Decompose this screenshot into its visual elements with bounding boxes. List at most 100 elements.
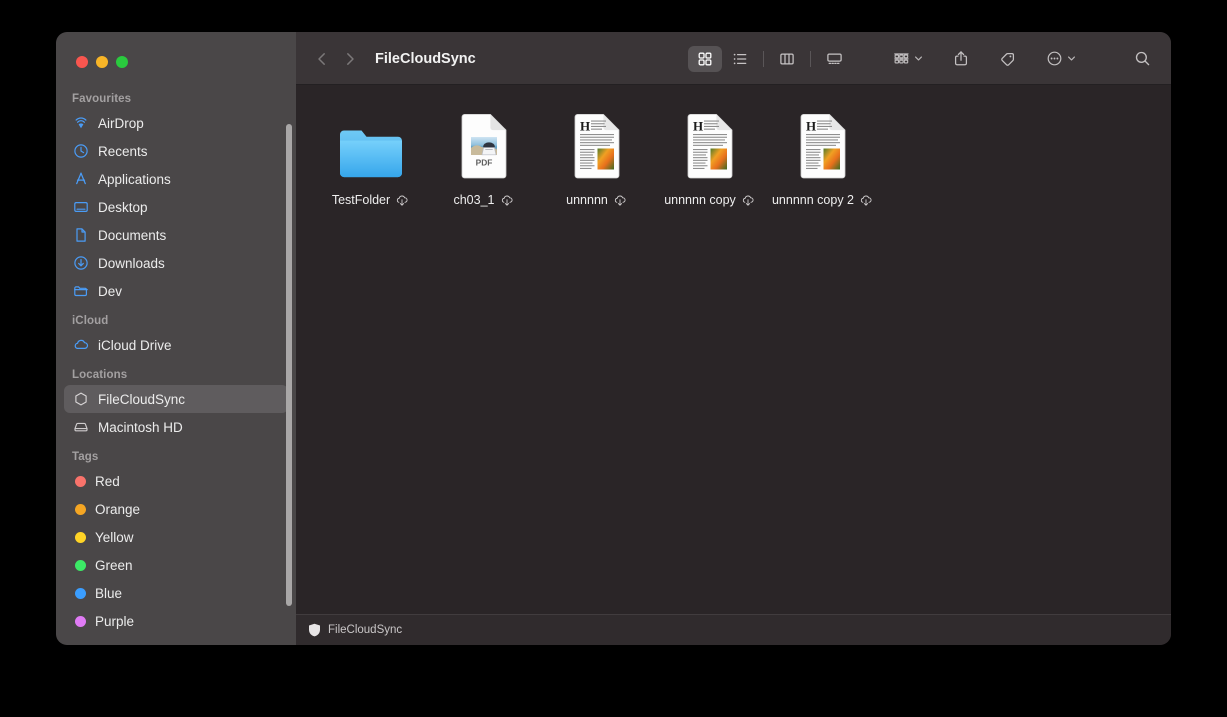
file-label-row: unnnnn copy — [664, 193, 755, 207]
desktop-icon — [72, 199, 89, 216]
sidebar-item-tag-yellow[interactable]: Yellow — [64, 523, 288, 551]
status-label: FileCloudSync — [328, 623, 403, 636]
list-view-button[interactable] — [723, 46, 757, 72]
pdf-file-icon: PDF — [458, 109, 510, 181]
document-preview-icon: H — [797, 109, 849, 181]
cloud-download-icon — [395, 194, 409, 207]
file-label-row: unnnnn — [566, 193, 627, 207]
sidebar-item-label: Red — [95, 473, 120, 489]
share-button[interactable] — [947, 46, 975, 72]
gallery-view-button[interactable] — [817, 46, 851, 72]
sidebar-item-macintosh-hd[interactable]: Macintosh HD — [64, 413, 288, 441]
chevron-down-icon — [914, 50, 923, 68]
sidebar-item-label: Documents — [98, 227, 167, 243]
sidebar-item-documents[interactable]: Documents — [64, 221, 288, 249]
cloud-download-icon — [859, 194, 873, 207]
sidebar-item-tag-purple[interactable]: Purple — [64, 607, 288, 635]
document-preview-icon: H — [684, 109, 736, 181]
harddrive-icon — [72, 419, 89, 436]
sidebar-group-title: iCloud — [72, 315, 109, 327]
cloud-download-icon — [500, 194, 514, 207]
file-name: unnnnn copy — [664, 193, 736, 207]
forward-button[interactable] — [336, 45, 364, 73]
status-bar: FileCloudSync — [296, 614, 1171, 645]
svg-text:H: H — [806, 119, 816, 134]
toolbar-divider — [810, 50, 811, 67]
sidebar-item-desktop[interactable]: Desktop — [64, 193, 288, 221]
view-mode-group — [688, 45, 851, 72]
sidebar-item-downloads[interactable]: Downloads — [64, 249, 288, 277]
finder-window: Favourites AirDrop Recents Applications … — [56, 32, 1171, 645]
sidebar-item-tag-blue[interactable]: Blue — [64, 579, 288, 607]
sidebar-group-locations: Locations FileCloudSync Macintosh HD — [56, 369, 296, 441]
file-grid-area[interactable]: TestFolder PDF ch03_1 H unnnnn H unnnnn … — [296, 85, 1171, 614]
sidebar-item-recents[interactable]: Recents — [64, 137, 288, 165]
group-by-button[interactable] — [887, 46, 929, 72]
sidebar-item-tag-orange[interactable]: Orange — [64, 495, 288, 523]
file-item-document[interactable]: H — [653, 107, 766, 207]
column-view-button[interactable] — [770, 46, 804, 72]
applications-icon — [72, 171, 89, 188]
back-button[interactable] — [308, 45, 336, 73]
tag-dot-icon — [75, 615, 86, 627]
clock-icon — [72, 143, 89, 160]
sidebar-group-title: Locations — [72, 369, 128, 381]
sidebar-item-tag-red[interactable]: Red — [64, 467, 288, 495]
sidebar-scroll-area[interactable]: Favourites AirDrop Recents Applications … — [56, 89, 296, 645]
document-preview-icon: H — [571, 109, 623, 181]
shield-icon — [308, 623, 321, 637]
close-button[interactable] — [76, 56, 88, 68]
sidebar-item-dev[interactable]: Dev — [64, 277, 288, 305]
sidebar-item-label: Green — [95, 557, 133, 573]
sidebar-scrollbar[interactable] — [286, 124, 292, 606]
sidebar-item-label: FileCloudSync — [98, 391, 186, 407]
search-button[interactable] — [1128, 46, 1157, 72]
page-title: FileCloudSync — [375, 50, 476, 67]
sidebar-group-title: Tags — [72, 451, 99, 463]
file-name: ch03_1 — [453, 193, 495, 207]
more-actions-button[interactable] — [1040, 46, 1082, 72]
svg-text:H: H — [580, 119, 590, 134]
file-label-row: ch03_1 — [453, 193, 513, 207]
cloud-icon — [72, 337, 89, 354]
file-label-row: TestFolder — [332, 193, 409, 207]
tags-button[interactable] — [993, 46, 1022, 72]
file-name: TestFolder — [331, 193, 391, 207]
minimize-button[interactable] — [96, 56, 108, 68]
chevron-down-icon — [1067, 50, 1076, 68]
tag-dot-icon — [75, 559, 86, 571]
cloud-download-icon — [613, 194, 627, 207]
svg-text:H: H — [693, 119, 703, 134]
sidebar: Favourites AirDrop Recents Applications … — [56, 32, 296, 645]
sidebar-item-airdrop[interactable]: AirDrop — [64, 109, 288, 137]
tag-dot-icon — [75, 475, 86, 487]
sidebar-item-label: Macintosh HD — [98, 419, 183, 435]
sidebar-item-label: Blue — [95, 585, 123, 601]
file-item-document[interactable]: H — [540, 107, 653, 207]
file-item-folder[interactable]: TestFolder — [314, 107, 427, 207]
sidebar-item-label: Dev — [98, 283, 123, 299]
sidebar-item-tag-green[interactable]: Green — [64, 551, 288, 579]
sidebar-item-label: Applications — [98, 171, 171, 187]
icon-grid: TestFolder PDF ch03_1 H unnnnn H unnnnn … — [314, 107, 1171, 207]
sidebar-item-label: Desktop — [98, 199, 148, 215]
svg-text:PDF: PDF — [475, 158, 492, 168]
file-name: unnnnn copy 2 — [771, 193, 854, 207]
toolbar-divider — [763, 50, 764, 67]
file-item-document[interactable]: H — [766, 107, 879, 207]
hexagon-icon — [72, 391, 89, 408]
folder-icon — [72, 283, 89, 300]
sidebar-item-applications[interactable]: Applications — [64, 165, 288, 193]
sidebar-item-label: Yellow — [95, 529, 134, 545]
file-item-pdf[interactable]: PDF ch03_1 — [427, 107, 540, 207]
toolbar: FileCloudSync — [296, 32, 1171, 85]
main-pane: FileCloudSync TestFolder PDF ch03_1 H un… — [296, 32, 1171, 645]
cloud-download-icon — [741, 194, 755, 207]
sidebar-item-filecloudsync[interactable]: FileCloudSync — [64, 385, 288, 413]
folder-icon — [337, 109, 405, 181]
icon-view-button[interactable] — [688, 45, 722, 72]
airdrop-icon — [72, 115, 89, 132]
sidebar-item-label: AirDrop — [98, 115, 144, 131]
sidebar-item-icloud-drive[interactable]: iCloud Drive — [64, 331, 288, 359]
maximize-button[interactable] — [116, 56, 128, 68]
